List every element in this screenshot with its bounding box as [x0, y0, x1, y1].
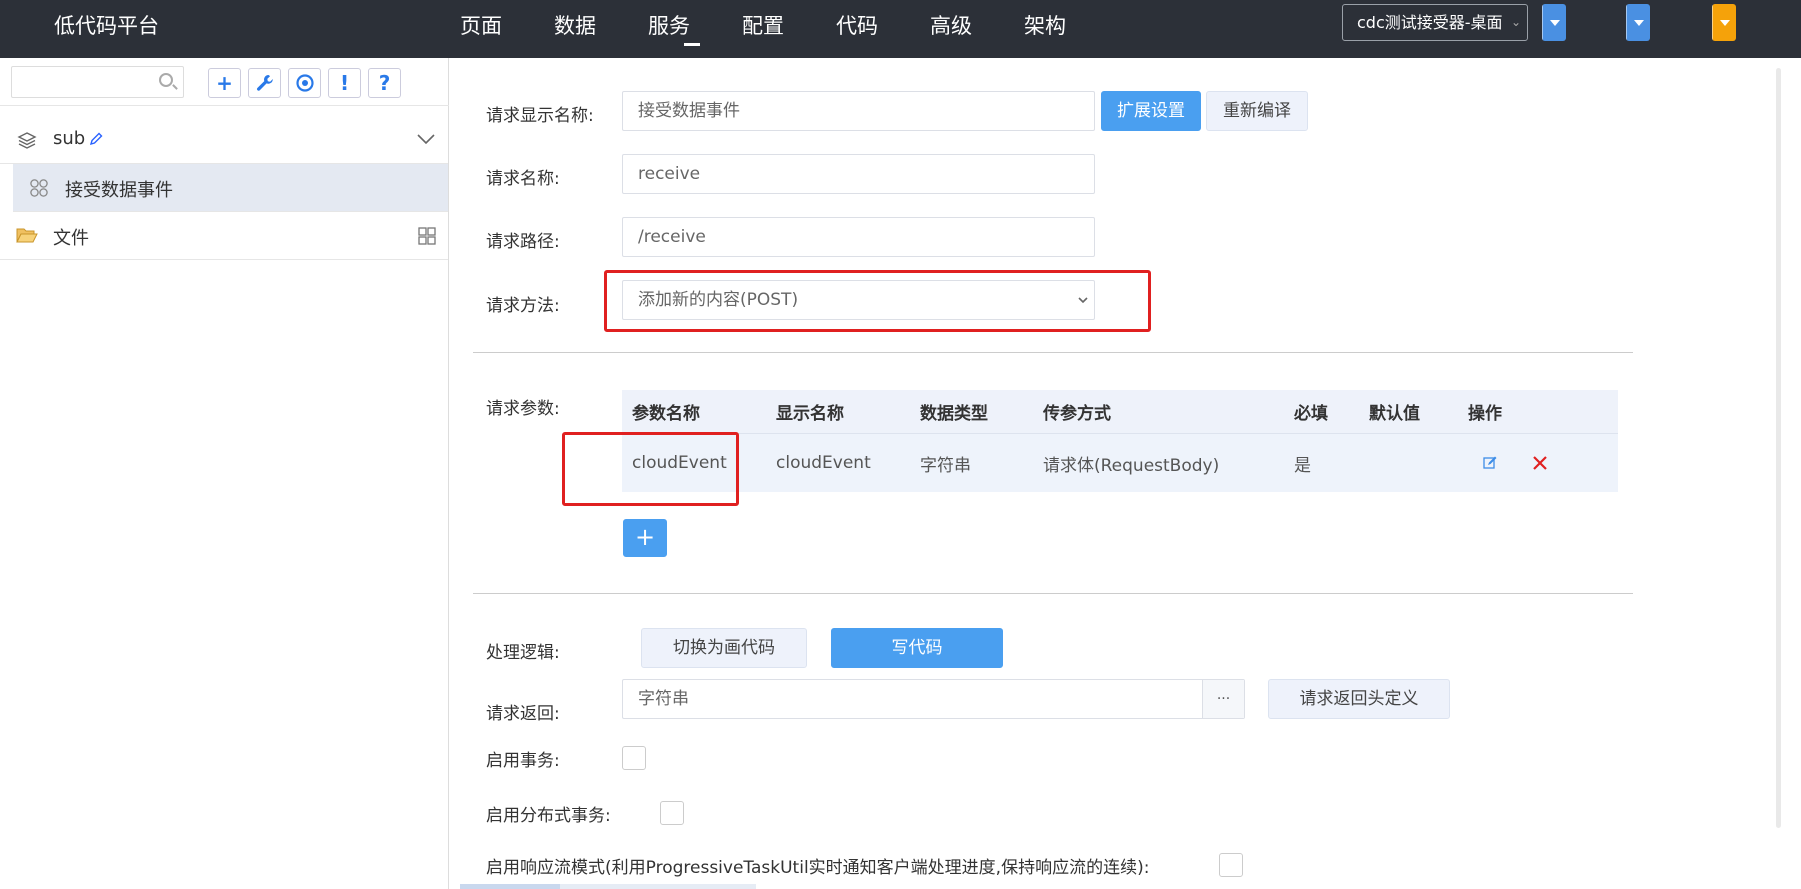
- header-pass-method: 传参方式: [1043, 404, 1111, 424]
- main-panel: 请求显示名称: 接受数据事件 扩展设置 重新编译 请求名称: receive 请…: [449, 58, 1801, 889]
- add-param-button[interactable]: +: [623, 519, 667, 557]
- request-path-input[interactable]: /receive: [622, 217, 1095, 257]
- request-name-label: 请求名称:: [486, 169, 560, 189]
- request-path-label: 请求路径:: [486, 232, 560, 252]
- tree-item-receive-event[interactable]: 接受数据事件: [13, 164, 448, 212]
- folder-open-icon: [16, 228, 38, 243]
- request-path-value: /receive: [638, 227, 706, 247]
- display-name-input[interactable]: 接受数据事件: [622, 91, 1095, 131]
- header-param-name: 参数名称: [632, 404, 700, 424]
- search-icon[interactable]: [159, 73, 173, 87]
- chevron-down-icon[interactable]: [416, 131, 436, 147]
- header-display-name: 显示名称: [776, 404, 844, 424]
- request-name-input[interactable]: receive: [622, 154, 1095, 194]
- sidebar: + ! ? sub 接受数据事件 文件: [0, 58, 449, 889]
- layers-icon: [17, 132, 37, 149]
- tree-item-label: 接受数据事件: [65, 180, 173, 201]
- add-icon[interactable]: +: [208, 68, 241, 98]
- edit-icon[interactable]: [1482, 434, 1498, 492]
- extension-settings-button[interactable]: 扩展设置: [1101, 91, 1201, 131]
- transaction-label: 启用事务:: [486, 751, 560, 771]
- tree-group-sub[interactable]: sub: [0, 116, 448, 164]
- return-header-button[interactable]: 请求返回头定义: [1268, 679, 1450, 719]
- nav-item-data[interactable]: 数据: [554, 10, 648, 40]
- return-type-value: 字符串: [638, 689, 689, 709]
- nav-item-code[interactable]: 代码: [836, 10, 930, 40]
- highlight-box-method: [604, 270, 1151, 332]
- save-split-button: 保存: [1542, 4, 1566, 41]
- project-select[interactable]: cdc测试接受器-桌面 ⌄: [1342, 4, 1528, 41]
- distributed-transaction-label: 启用分布式事务:: [486, 806, 611, 826]
- nav-item-advanced[interactable]: 高级: [930, 10, 1024, 40]
- chevron-down-icon: ⌄: [1510, 15, 1521, 29]
- scrollbar[interactable]: [1776, 68, 1781, 828]
- publish-split-button: 发布: [1712, 4, 1736, 41]
- row-display-name: cloudEvent: [776, 453, 871, 473]
- nav-item-architecture[interactable]: 架构: [1024, 10, 1118, 40]
- params-table-header: 参数名称 显示名称 数据类型 传参方式 必填 默认值 操作: [622, 390, 1618, 433]
- pencil-icon[interactable]: [88, 131, 104, 147]
- project-select-value: cdc测试接受器-桌面: [1357, 13, 1503, 32]
- transaction-checkbox[interactable]: [622, 746, 646, 770]
- service-node-icon: [30, 179, 48, 197]
- logic-label: 处理逻辑:: [486, 643, 560, 663]
- return-type-input[interactable]: 字符串 ···: [622, 679, 1245, 719]
- save-dropdown-caret-icon[interactable]: [1542, 4, 1566, 41]
- tree-folder-label: 文件: [53, 228, 89, 249]
- row-required: 是: [1294, 455, 1311, 476]
- nav-item-config[interactable]: 配置: [742, 10, 836, 40]
- header-default: 默认值: [1369, 404, 1420, 424]
- header-data-type: 数据类型: [920, 404, 988, 424]
- tree-folder-files[interactable]: 文件: [0, 212, 448, 260]
- recompile-button[interactable]: 重新编译: [1206, 91, 1308, 131]
- request-params-label: 请求参数:: [486, 399, 560, 419]
- sidebar-search-input[interactable]: [11, 66, 184, 98]
- params-table: 参数名称 显示名称 数据类型 传参方式 必填 默认值 操作 cloudEvent…: [622, 390, 1618, 492]
- nav-item-services[interactable]: 服务: [648, 10, 742, 46]
- top-bar: 低代码平台 页面 数据 服务 配置 代码 高级 架构 cdc测试接受器-桌面 ⌄…: [0, 0, 1801, 58]
- bottom-tab-strip: [460, 884, 756, 889]
- divider: [473, 352, 1633, 353]
- write-code-button[interactable]: 写代码: [831, 628, 1003, 668]
- delete-icon[interactable]: [1532, 434, 1548, 492]
- table-row: cloudEvent cloudEvent 字符串 请求体(RequestBod…: [622, 433, 1618, 492]
- nav-item-pages[interactable]: 页面: [460, 10, 554, 40]
- switch-visual-code-button[interactable]: 切换为画代码: [641, 628, 807, 668]
- tree-group-label: sub: [53, 128, 86, 149]
- header-required: 必填: [1294, 404, 1328, 424]
- publish-dropdown-caret-icon[interactable]: [1712, 4, 1736, 41]
- row-data-type: 字符串: [920, 455, 971, 476]
- target-icon[interactable]: [288, 68, 321, 98]
- main-nav: 页面 数据 服务 配置 代码 高级 架构: [460, 10, 1118, 46]
- stream-mode-checkbox[interactable]: [1219, 853, 1243, 877]
- highlight-box-param: [562, 432, 739, 506]
- bottom-tab-active[interactable]: [460, 884, 560, 889]
- display-name-value: 接受数据事件: [638, 101, 740, 121]
- preview-split-button: 预览: [1626, 4, 1650, 41]
- request-name-value: receive: [638, 164, 701, 184]
- return-label: 请求返回:: [486, 704, 560, 724]
- request-method-label: 请求方法:: [486, 296, 560, 316]
- display-name-label: 请求显示名称:: [486, 106, 594, 126]
- divider: [473, 593, 1633, 594]
- row-pass-method: 请求体(RequestBody): [1043, 455, 1220, 476]
- return-more-button[interactable]: ···: [1202, 680, 1244, 718]
- stream-mode-label: 启用响应流模式(利用ProgressiveTaskUtil实时通知客户端处理进度…: [486, 858, 1150, 878]
- app-title: 低代码平台: [54, 14, 159, 38]
- wrench-icon[interactable]: [248, 68, 281, 98]
- distributed-transaction-checkbox[interactable]: [660, 801, 684, 825]
- grid-icon[interactable]: [418, 227, 436, 245]
- help-icon[interactable]: ?: [368, 68, 401, 98]
- alert-icon[interactable]: !: [328, 68, 361, 98]
- sidebar-toolbar: + ! ?: [0, 58, 449, 106]
- header-actions: 操作: [1468, 404, 1502, 424]
- preview-dropdown-caret-icon[interactable]: [1626, 4, 1650, 41]
